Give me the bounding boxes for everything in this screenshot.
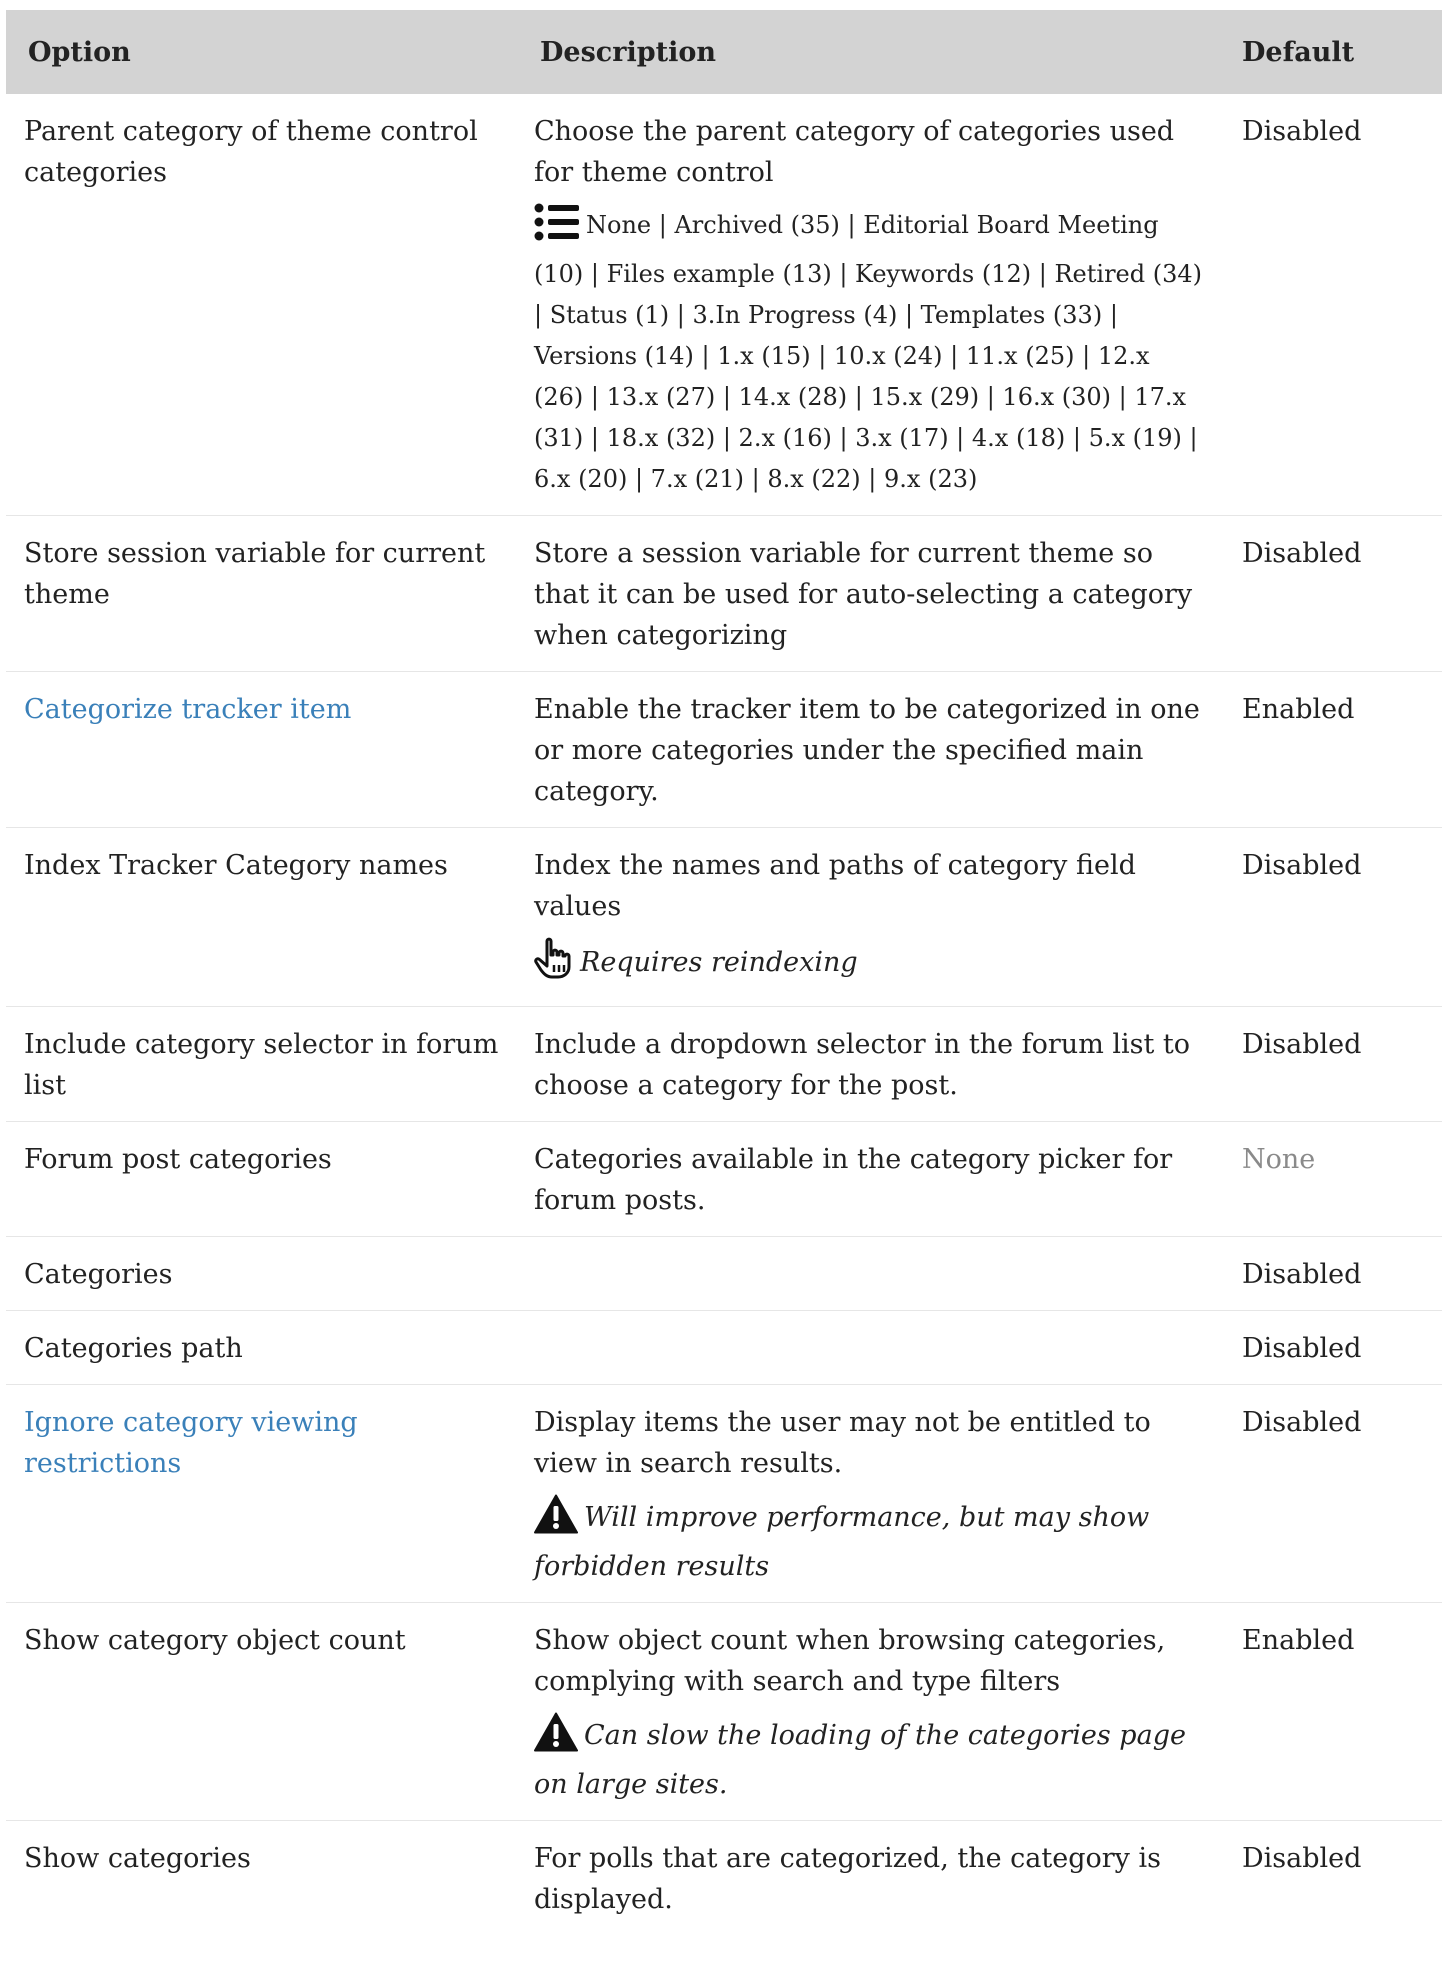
description-cell: Enable the tracker item to be categorize… [534,694,1200,807]
warning-note-text: Will improve performance, but may show f… [534,1502,1150,1582]
description-cell: Include a dropdown selector in the forum… [534,1029,1191,1101]
description-text: Display items the user may not be entitl… [534,1407,1151,1479]
warning-note: Can slow the loading of the categories p… [534,1712,1202,1805]
description-cell: Show object count when browsing categori… [518,1603,1222,1821]
description-text: Choose the parent category of categories… [534,116,1175,188]
description-cell: For polls that are categorized, the cate… [534,1843,1161,1915]
default-cell: Disabled [1242,1843,1362,1874]
default-cell: Disabled [1242,1333,1362,1364]
header-default: Default [1242,36,1355,68]
table-row: Index Tracker Category names Index the n… [6,827,1442,1007]
warning-triangle-icon [534,1712,578,1764]
description-cell: Categories available in the category pic… [534,1144,1173,1216]
pointing-hand-icon [534,937,574,991]
header-description: Description [540,36,716,68]
option-cell: Forum post categories [24,1144,332,1175]
header-option: Option [28,36,131,68]
table-row: Categories path Disabled [6,1310,1442,1385]
values-list: None | Archived (35) | Editorial Board M… [534,203,1202,500]
ignore-category-viewing-restrictions-link[interactable]: Ignore category viewing restrictions [24,1407,358,1479]
warning-note-text: Can slow the loading of the categories p… [534,1720,1186,1800]
option-cell: Store session variable for current theme [24,538,486,610]
option-cell: Categorize tracker item [6,672,518,828]
description-cell: Choose the parent category of categories… [518,94,1222,516]
table-row: Categorize tracker item Enable the track… [6,671,1442,828]
table-row: Show category object count Show object c… [6,1602,1442,1821]
default-cell: Disabled [1242,1029,1362,1060]
description-cell [518,1311,1222,1385]
option-cell: Categories path [24,1333,243,1364]
option-cell: Include category selector in forum list [24,1029,499,1101]
description-cell [518,1237,1222,1311]
default-cell: Disabled [1242,538,1362,569]
warning-note: Will improve performance, but may show f… [534,1494,1202,1587]
values-list-text: None | Archived (35) | Editorial Board M… [534,211,1203,493]
option-cell: Show category object count [24,1625,406,1656]
list-icon [534,203,580,254]
default-cell: Disabled [1242,1407,1362,1438]
description-text: Index the names and paths of category fi… [534,850,1136,922]
description-cell: Store a session variable for current the… [534,538,1193,651]
description-cell: Display items the user may not be entitl… [518,1385,1222,1603]
default-cell: Disabled [1242,1259,1362,1290]
table-row: Store session variable for current theme… [6,515,1442,672]
table-row: Ignore category viewing restrictions Dis… [6,1384,1442,1603]
reindex-note: Requires reindexing [534,937,1202,991]
description-cell: Index the names and paths of category fi… [518,828,1222,1007]
warning-triangle-icon [534,1494,578,1546]
default-cell: Disabled [1242,850,1362,881]
categorize-tracker-item-link[interactable]: Categorize tracker item [24,694,351,725]
option-cell: Ignore category viewing restrictions [6,1385,518,1603]
preferences-table: Option Description Default Parent catego… [6,10,1442,1935]
option-cell: Index Tracker Category names [24,850,448,881]
default-cell: Disabled [1242,116,1362,147]
table-header-row: Option Description Default [6,10,1442,94]
table-row: Include category selector in forum list … [6,1006,1442,1122]
preferences-table-container: Option Description Default Parent catego… [6,10,1442,1935]
table-row: Categories Disabled [6,1236,1442,1311]
option-cell: Categories [24,1259,173,1290]
option-cell: Show categories [24,1843,251,1874]
default-cell: Enabled [1242,1625,1355,1656]
description-text: Show object count when browsing categori… [534,1625,1166,1697]
table-row: Parent category of theme control categor… [6,94,1442,516]
default-cell: None [1242,1144,1316,1175]
option-cell: Parent category of theme control categor… [24,116,478,188]
default-cell: Enabled [1242,694,1355,725]
table-row: Show categories For polls that are categ… [6,1820,1442,1936]
reindex-note-text: Requires reindexing [580,947,858,978]
table-row: Forum post categories Categories availab… [6,1121,1442,1237]
